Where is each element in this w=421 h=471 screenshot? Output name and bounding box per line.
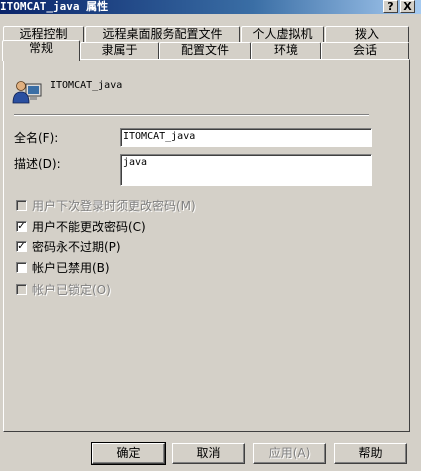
account-locked-checkbox [16, 284, 27, 295]
password-never-expires-label[interactable]: 密码永不过期(P) [32, 238, 121, 255]
close-title-button[interactable]: X [400, 0, 415, 13]
account-locked-label: 帐户已锁定(O) [32, 283, 111, 297]
account-disabled-label[interactable]: 帐户已禁用(B) [32, 259, 110, 276]
tab-dial-in[interactable]: 拨入 [325, 26, 409, 42]
must-change-password-checkbox [16, 200, 27, 211]
tab-personal-vm[interactable]: 个人虚拟机 [241, 26, 324, 42]
user-icon [12, 76, 42, 109]
ok-button[interactable]: 确定 [91, 442, 166, 465]
full-name-label: 全名(F): [14, 131, 59, 145]
must-change-password-label: 用户下次登录时须更改密码(M) [32, 199, 196, 213]
tab-sessions[interactable]: 会话 [321, 42, 409, 60]
help-button[interactable]: 帮助 [334, 443, 407, 464]
username-label: ITOMCAT_java [50, 80, 123, 91]
tab-member-of[interactable]: 隶属于 [80, 42, 159, 60]
cannot-change-password-checkbox[interactable]: ✓ [16, 221, 27, 232]
description-input[interactable]: java [120, 154, 372, 186]
window-title: ITOMCAT_java 属性 [0, 0, 109, 13]
tab-general[interactable]: 常规 [2, 40, 80, 61]
tab-profile[interactable]: 配置文件 [159, 42, 251, 60]
help-title-button[interactable]: ? [383, 0, 398, 13]
password-never-expires-checkbox[interactable]: ✓ [16, 241, 27, 252]
tab-environment[interactable]: 环境 [251, 42, 321, 60]
description-label: 描述(D): [14, 157, 61, 171]
cancel-button[interactable]: 取消 [172, 443, 245, 464]
cannot-change-password-label[interactable]: 用户不能更改密码(C) [32, 218, 146, 235]
tab-rds-profile[interactable]: 远程桌面服务配置文件 [85, 26, 240, 42]
title-bar: ITOMCAT_java 属性 ? X [0, 0, 421, 14]
apply-button[interactable]: 应用(A) [253, 443, 326, 464]
separator-top [14, 114, 369, 116]
account-disabled-checkbox[interactable] [16, 262, 27, 273]
full-name-input[interactable]: ITOMCAT_java [120, 128, 372, 147]
